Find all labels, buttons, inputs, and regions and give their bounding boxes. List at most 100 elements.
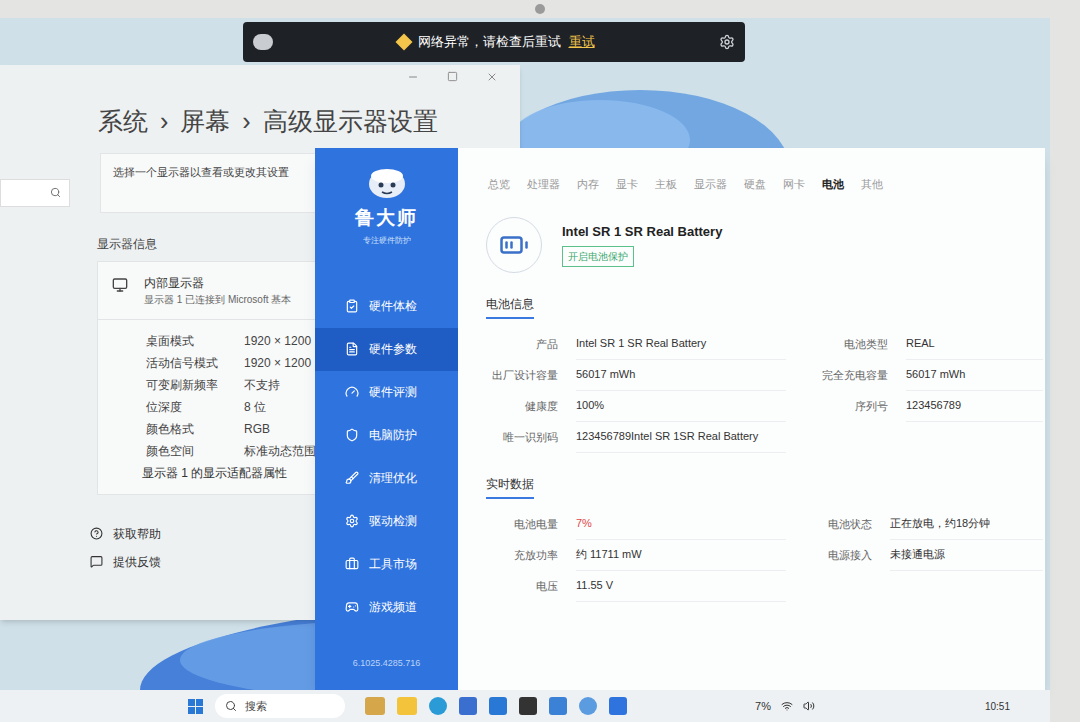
nav-item[interactable]: 游戏频道: [315, 586, 458, 629]
search-icon: [50, 187, 61, 198]
taskbar-search[interactable]: 搜索: [215, 694, 345, 718]
minimize-icon[interactable]: [407, 71, 419, 83]
retry-link[interactable]: 重试: [569, 32, 595, 52]
ludashi-window: 鲁大师专注硬件防护硬件体检硬件参数硬件评测电脑防护清理优化驱动检测工具市场游戏频…: [315, 148, 1045, 690]
battery-name: Intel SR 1 SR Real Battery: [562, 222, 722, 242]
hardware-tab[interactable]: 电池: [822, 176, 844, 193]
live-section-title: 实时数据: [486, 475, 534, 499]
breadcrumb-item[interactable]: 系统: [98, 103, 148, 141]
display-row-value: 标准动态范围: [244, 442, 316, 460]
app-icon[interactable]: [397, 697, 417, 715]
ludashi-content: 总览处理器内存显卡主板显示器硬盘网卡电池其他 Intel SR 1 SR Real…: [458, 148, 1045, 690]
top-bezel: [0, 0, 1080, 18]
breadcrumb-separator: ›: [242, 103, 250, 141]
select-display-label: 选择一个显示器以查看或更改其设置: [113, 164, 303, 181]
breadcrumb-item[interactable]: 高级显示器设置: [263, 103, 438, 141]
network-notification: 网络异常，请检查后重试重试: [243, 22, 745, 62]
app-icon[interactable]: [579, 697, 597, 715]
info-value: 123456789Intel SR 1SR Real Battery: [576, 422, 786, 453]
info-row: 电池状态正在放电，约18分钟: [816, 509, 1043, 540]
display-row-label: 颜色空间: [146, 442, 244, 460]
ludashi-logo: 鲁大师专注硬件防护: [315, 148, 458, 247]
display-row-label: 可变刷新频率: [146, 376, 244, 394]
nav-icon: [345, 471, 359, 485]
info-row: 唯一识别码 123456789Intel SR 1SR Real Battery: [486, 422, 786, 453]
nav-item[interactable]: 硬件体检: [315, 285, 458, 328]
hardware-tab[interactable]: 内存: [577, 176, 599, 193]
tray: 7% 10:51: [755, 698, 1010, 715]
taskbar-apps: [365, 697, 627, 715]
battery-icon: [486, 217, 542, 273]
maximize-icon[interactable]: [447, 71, 458, 82]
display-row-label: 颜色格式: [146, 420, 244, 438]
info-value: Intel SR 1 SR Real Battery: [576, 329, 786, 360]
display-name: 内部显示器: [144, 274, 291, 292]
hardware-tab[interactable]: 其他: [861, 176, 883, 193]
gear-icon[interactable]: [719, 34, 735, 50]
app-icon[interactable]: [609, 697, 627, 715]
nav-item[interactable]: 工具市场: [315, 543, 458, 586]
display-row-value: 1920 × 1200: [244, 332, 311, 350]
info-row: 序列号 123456789: [816, 391, 1043, 422]
info-value: 123456789: [906, 391, 1043, 422]
app-icon[interactable]: [489, 697, 507, 715]
breadcrumb-item[interactable]: 屏幕: [180, 103, 230, 141]
app-icon[interactable]: [365, 697, 385, 715]
start-icon[interactable]: [188, 699, 203, 714]
hardware-tab[interactable]: 处理器: [527, 176, 560, 193]
info-value: 未接通电源: [890, 540, 1043, 571]
info-value: 56017 mWh: [576, 360, 786, 391]
info-value: 11.55 V: [576, 571, 786, 602]
volume-icon[interactable]: [803, 700, 815, 712]
nav-item[interactable]: 硬件评测: [315, 371, 458, 414]
ludashi-mascot-icon: [367, 166, 407, 200]
nav-item[interactable]: 硬件参数: [315, 328, 458, 371]
version: 6.1025.4285.716: [315, 657, 458, 671]
app-icon[interactable]: [459, 697, 477, 715]
info-label: 唯一识别码: [486, 429, 558, 446]
info-label: 出厂设计容量: [486, 367, 558, 384]
battery-header: Intel SR 1 SR Real Battery 开启电池保护: [486, 217, 1045, 273]
hardware-tab[interactable]: 显示器: [694, 176, 727, 193]
info-value: 56017 mWh: [906, 360, 1043, 391]
laptop-icon: [112, 277, 128, 293]
info-row: 电池类型REAL: [816, 329, 1043, 360]
info-row: 充放功率约 11711 mW: [486, 540, 786, 571]
tray-time[interactable]: 10:51: [985, 699, 1010, 714]
hardware-tab[interactable]: 网卡: [783, 176, 805, 193]
warning-icon: [395, 34, 412, 51]
search-field[interactable]: [0, 179, 70, 207]
search-icon: [225, 700, 237, 712]
help-icon: [90, 555, 103, 568]
info-label: 电池电量: [486, 516, 558, 533]
camera-icon: [535, 4, 545, 14]
hardware-tab[interactable]: 主板: [655, 176, 677, 193]
hardware-tab[interactable]: 总览: [488, 176, 510, 193]
nav-icon: [345, 557, 359, 571]
info-row: 电源接入 未接通电源: [816, 540, 1043, 571]
nav-icon: [345, 299, 359, 313]
taskbar: 搜索 7% 10:51: [0, 690, 1050, 722]
nav-item[interactable]: 电脑防护: [315, 414, 458, 457]
app-icon[interactable]: [549, 697, 567, 715]
nav-icon: [345, 600, 359, 614]
info-row: 健康度100%: [486, 391, 786, 422]
app-icon[interactable]: [519, 697, 537, 715]
wifi-icon[interactable]: [781, 700, 793, 712]
nav-icon: [345, 428, 359, 442]
hardware-tab[interactable]: 硬盘: [744, 176, 766, 193]
info-label: 健康度: [486, 398, 558, 415]
nav-item[interactable]: 清理优化: [315, 457, 458, 500]
info-value: REAL: [906, 329, 1043, 360]
protect-button[interactable]: 开启电池保护: [562, 246, 634, 267]
nav-icon: [345, 385, 359, 399]
info-row: 电池电量7%: [486, 509, 786, 540]
nav-item[interactable]: 驱动检测: [315, 500, 458, 543]
display-row-label: 桌面模式: [146, 332, 244, 350]
app-icon[interactable]: [429, 697, 447, 715]
info-label: 序列号: [816, 398, 888, 415]
close-icon[interactable]: [486, 71, 498, 83]
tray-battery[interactable]: 7%: [755, 698, 771, 715]
hardware-tab[interactable]: 显卡: [616, 176, 638, 193]
info-label: 电源接入: [816, 547, 872, 564]
